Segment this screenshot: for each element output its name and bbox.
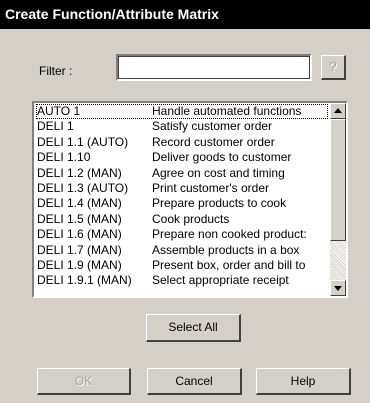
filter-help-button[interactable]: ?: [321, 55, 346, 80]
scroll-up-button[interactable]: [330, 103, 346, 119]
list-item-code: DELI 1.2 (MAN): [37, 165, 122, 180]
function-list-rows: AUTO 1 Handle automated functions DELI 1 Sa…: [36, 104, 328, 296]
list-item-code: DELI 1.4 (MAN): [37, 196, 122, 211]
scroll-thumb[interactable]: [330, 119, 346, 241]
list-item-code: DELI 1.7 (MAN): [37, 242, 122, 257]
list-item-code: DELI 1.3 (AUTO): [37, 180, 129, 195]
list-item[interactable]: DELI 1.1 (AUTO) Record customer order: [36, 135, 328, 150]
list-item-description: Present box, order and bill to: [152, 257, 306, 272]
cancel-button[interactable]: Cancel: [147, 368, 242, 395]
function-list[interactable]: AUTO 1 Handle automated functions DELI 1 Sa…: [32, 101, 348, 298]
list-item-description: Select appropriate receipt: [152, 273, 289, 288]
filter-input[interactable]: [116, 54, 312, 81]
list-item-code: DELI 1.1 (AUTO): [37, 134, 129, 149]
dialog-title: Create Function/Attribute Matrix: [0, 0, 370, 29]
list-item-description: Print customer's order: [152, 180, 269, 195]
list-item-code: DELI 1: [37, 119, 74, 134]
list-item[interactable]: DELI 1.9 (MAN) Present box, order and bil…: [36, 258, 328, 273]
list-item-description: Prepare non cooked product:: [152, 227, 307, 242]
arrow-down-icon: [334, 286, 342, 291]
list-item[interactable]: DELI 1.4 (MAN) Prepare products to cook: [36, 196, 328, 211]
list-vertical-scrollbar[interactable]: [330, 103, 346, 296]
list-item[interactable]: DELI 1.5 (MAN) Cook products: [36, 212, 328, 227]
list-item-description: Assemble products in a box: [152, 242, 300, 257]
list-item[interactable]: DELI 1.9.1 (MAN) Select appropriate recei…: [36, 273, 328, 288]
list-item[interactable]: DELI 1.7 (MAN) Assemble products in a box: [36, 243, 328, 258]
arrow-up-icon: [334, 108, 342, 113]
list-item[interactable]: DELI 1.6 (MAN) Prepare non cooked product…: [36, 227, 328, 242]
help-button[interactable]: Help: [256, 368, 351, 395]
list-item-description: Satisfy customer order: [152, 119, 273, 134]
list-item[interactable]: AUTO 1 Handle automated functions: [36, 104, 328, 120]
ok-button[interactable]: OK: [37, 368, 131, 395]
list-item[interactable]: DELI 1.2 (MAN) Agree on cost and timing: [36, 166, 328, 181]
list-item-code: DELI 1.5 (MAN): [37, 211, 122, 226]
list-item-description: Record customer order: [152, 134, 275, 149]
create-function-attribute-matrix-dialog: Create Function/Attribute Matrix Filter …: [0, 0, 370, 403]
list-item-code: DELI 1.10: [37, 150, 91, 165]
list-item[interactable]: DELI 1.10 Deliver goods to customer: [36, 150, 328, 165]
list-item[interactable]: DELI 1 Satisfy customer order: [36, 119, 328, 134]
list-item-code: DELI 1.9 (MAN): [37, 257, 122, 272]
list-item-description: Deliver goods to customer: [152, 150, 292, 165]
list-item[interactable]: DELI 1.3 (AUTO) Print customer's order: [36, 181, 328, 196]
filter-label: Filter :: [39, 64, 73, 78]
list-item-code: DELI 1.9.1 (MAN): [37, 273, 132, 288]
list-item-code: DELI 1.6 (MAN): [37, 227, 122, 242]
select-all-button[interactable]: Select All: [146, 314, 241, 342]
list-item-description: Handle automated functions: [152, 104, 302, 118]
list-item-code: AUTO 1: [37, 104, 81, 118]
list-item-description: Cook products: [152, 211, 230, 226]
scroll-down-button[interactable]: [330, 280, 346, 296]
list-item-description: Agree on cost and timing: [152, 165, 285, 180]
list-item-description: Prepare products to cook: [152, 196, 287, 211]
